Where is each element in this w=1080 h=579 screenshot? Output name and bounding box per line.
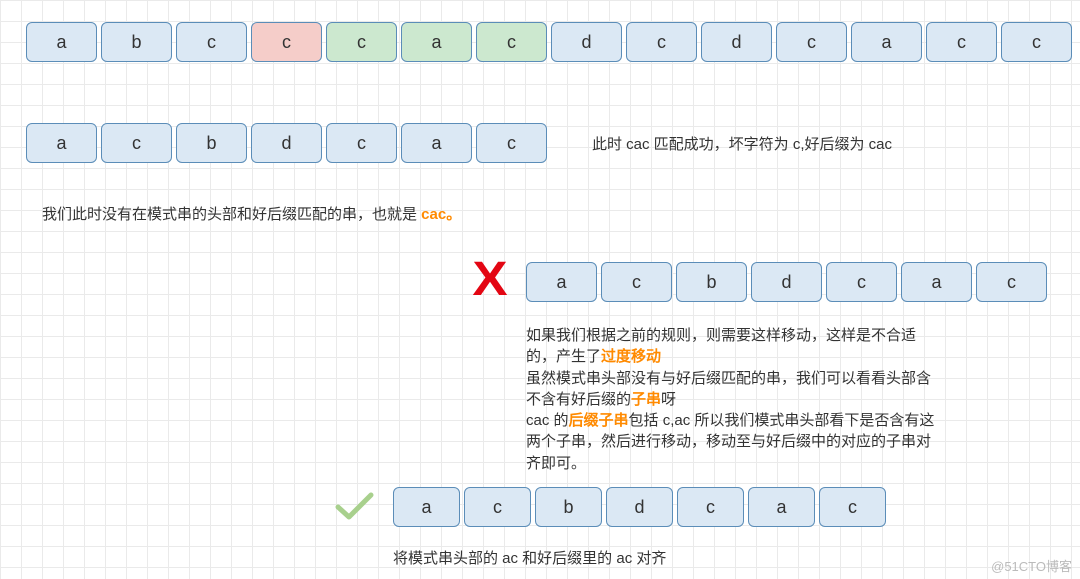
para-l6: 两个子串，然后进行移动，移动至与好后缀中的对应的子串对 [526, 433, 931, 450]
cross-icon: X [472, 252, 507, 307]
pattern2-cell-0: a [526, 262, 597, 302]
note-no-suffix-match-text: 我们此时没有在模式串的头部和好后缀匹配的串，也就是 [42, 206, 421, 223]
note-no-suffix-match: 我们此时没有在模式串的头部和好后缀匹配的串，也就是 cac。 [42, 204, 461, 227]
text-string-cell-9: d [701, 22, 772, 62]
pattern3-cell-0: a [393, 487, 460, 527]
pattern-row-correct-shift: acbdcac [393, 487, 886, 527]
pattern1-cell-2: b [176, 123, 247, 163]
pattern2-cell-1: c [601, 262, 672, 302]
pattern2-cell-3: d [751, 262, 822, 302]
note-match-result: 此时 cac 匹配成功，坏字符为 c,好后缀为 cac [592, 134, 892, 157]
para-l5c: 包括 c,ac 所以我们模式串头部看下是否含有这 [629, 412, 935, 429]
pattern1-cell-4: c [326, 123, 397, 163]
text-string-cell-3: c [251, 22, 322, 62]
pattern3-cell-1: c [464, 487, 531, 527]
para-l1: 如果我们根据之前的规则，则需要这样移动，这样是不合适 [526, 327, 916, 344]
pattern3-cell-3: d [606, 487, 673, 527]
text-string-cell-0: a [26, 22, 97, 62]
text-string-cell-13: c [1001, 22, 1072, 62]
text-string-cell-10: c [776, 22, 847, 62]
pattern1-cell-6: c [476, 123, 547, 163]
pattern3-cell-4: c [677, 487, 744, 527]
pattern3-cell-5: a [748, 487, 815, 527]
text-string-cell-5: a [401, 22, 472, 62]
pattern1-cell-0: a [26, 123, 97, 163]
text-string-cell-11: a [851, 22, 922, 62]
text-string-cell-12: c [926, 22, 997, 62]
watermark: @51CTO博客 [991, 556, 1072, 575]
pattern1-cell-1: c [101, 123, 172, 163]
text-string-cell-2: c [176, 22, 247, 62]
text-string-cell-6: c [476, 22, 547, 62]
text-string-cell-1: b [101, 22, 172, 62]
para-overshift: 过度移动 [601, 348, 661, 365]
para-l4c: 呀 [661, 391, 676, 408]
pattern2-cell-4: c [826, 262, 897, 302]
pattern-row-wrong-shift: acbdcac [526, 262, 1047, 302]
bottom-note: 将模式串头部的 ac 和好后缀里的 ac 对齐 [393, 548, 666, 571]
pattern1-cell-5: a [401, 123, 472, 163]
explanation-paragraph: 如果我们根据之前的规则，则需要这样移动，这样是不合适 的，产生了过度移动 虽然模… [526, 325, 1046, 474]
pattern2-cell-6: c [976, 262, 1047, 302]
para-suffix-substring: 后缀子串 [569, 412, 629, 429]
pattern3-cell-2: b [535, 487, 602, 527]
pattern1-cell-3: d [251, 123, 322, 163]
pattern3-cell-6: c [819, 487, 886, 527]
para-l7: 齐即可。 [526, 455, 586, 472]
para-l3: 虽然模式串头部没有与好后缀匹配的串，我们可以看看头部含 [526, 370, 931, 387]
text-string-cell-7: d [551, 22, 622, 62]
para-l2a: 的，产生了 [526, 348, 601, 365]
text-string-cell-8: c [626, 22, 697, 62]
para-l5a: cac 的 [526, 412, 569, 429]
pattern-row-1: acbdcac [26, 123, 547, 163]
text-string-cell-4: c [326, 22, 397, 62]
para-l4a: 不含有好后缀的 [526, 391, 631, 408]
para-substring: 子串 [631, 391, 661, 408]
text-string-row: abcccacdcdcacc [26, 22, 1072, 62]
note-highlight-cac: cac。 [421, 206, 461, 223]
check-icon [335, 491, 375, 521]
pattern2-cell-5: a [901, 262, 972, 302]
pattern2-cell-2: b [676, 262, 747, 302]
